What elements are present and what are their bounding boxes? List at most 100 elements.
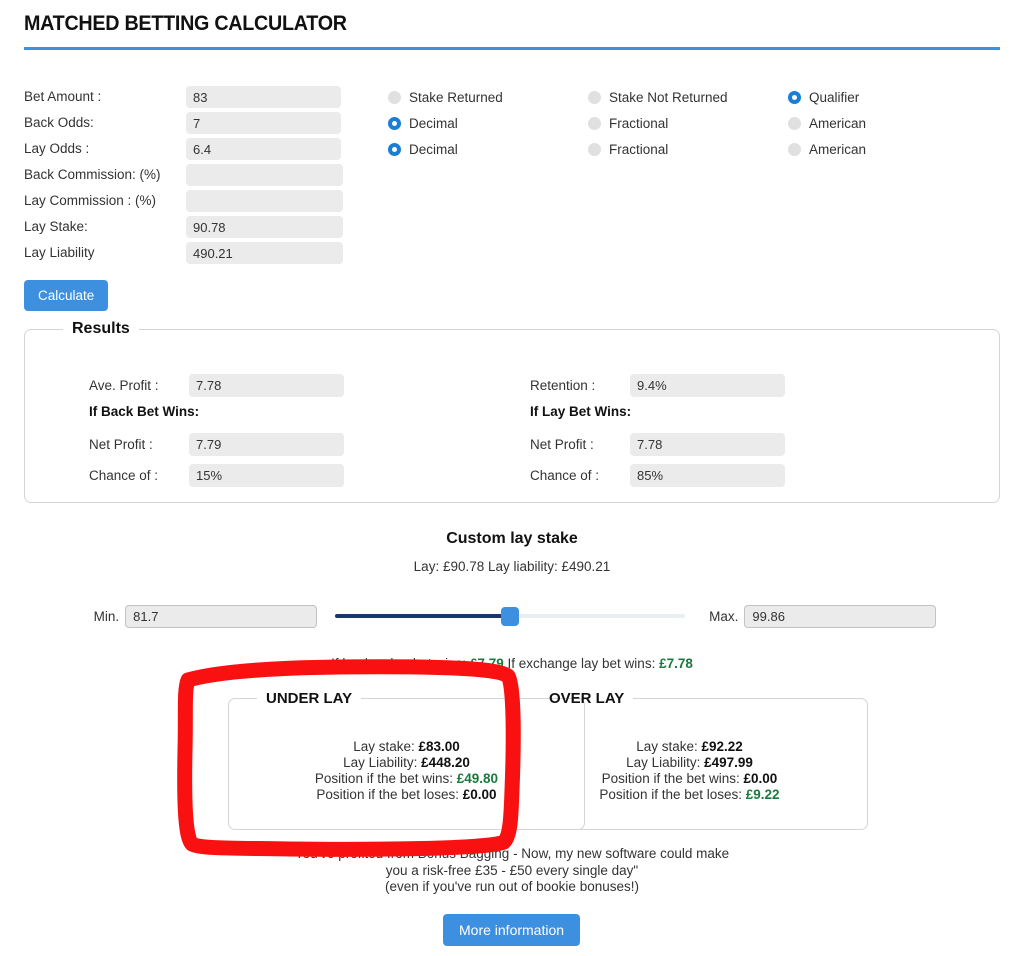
radio-column-1: Stake Returned Decimal Decimal: [388, 84, 503, 162]
radio-qualifier[interactable]: Qualifier: [788, 84, 866, 110]
label-back-chance: Chance of :: [89, 468, 159, 483]
promo-line-2: you a risk-free £35 - £50 every single d…: [385, 862, 639, 878]
radio-label: Stake Returned: [409, 89, 503, 105]
over-lay-liability-label: Lay Liability:: [626, 755, 701, 770]
retention-value[interactable]: [630, 374, 785, 397]
lay-stake-slider-row: Min. Max.: [0, 603, 1024, 629]
lay-liability-input[interactable]: [186, 242, 343, 264]
label-lay-net-profit: Net Profit :: [530, 437, 594, 452]
custom-lay-stake-heading: Custom lay stake: [446, 530, 578, 547]
over-lay-liability-row: Lay Liability: £497.99: [512, 755, 867, 771]
results-row-ave-profit: Ave. Profit :: [89, 370, 344, 401]
label-lay-liability: Lay Liability: [24, 245, 95, 260]
label-retention: Retention :: [530, 378, 596, 393]
radio-circle-icon[interactable]: [588, 142, 601, 156]
radio-column-2: Stake Not Returned Fractional Fractional: [588, 84, 728, 162]
back-net-profit-value[interactable]: [189, 433, 344, 456]
over-lay-bet-loses-value: £9.22: [745, 787, 780, 802]
radio-stake-not-returned[interactable]: Stake Not Returned: [588, 84, 728, 110]
under-lay-bet-wins-label: Position if the bet wins:: [314, 771, 453, 786]
field-row-lay-stake: Lay Stake:: [24, 214, 354, 240]
label-bet-amount: Bet Amount :: [24, 89, 102, 104]
results-row-retention: Retention :: [530, 370, 785, 401]
page-title: MATCHED BETTING CALCULATOR: [24, 12, 347, 35]
radio-circle-icon[interactable]: [788, 116, 801, 130]
more-information-button[interactable]: More information: [443, 914, 581, 946]
over-lay-bet-wins-label: Position if the bet wins:: [601, 771, 740, 786]
radio-label: Decimal: [409, 141, 458, 157]
back-odds-input[interactable]: [186, 112, 341, 134]
heading-if-back-bet-wins: If Back Bet Wins:: [89, 404, 200, 419]
radio-back-odds-american[interactable]: American: [788, 110, 866, 136]
radio-circle-selected-icon[interactable]: [388, 116, 401, 130]
promo-line-3: (even if you've run out of bookie bonuse…: [385, 879, 639, 894]
over-lay-body: Lay stake: £92.22 Lay Liability: £497.99…: [512, 707, 867, 803]
slider-min-label: Min.: [93, 608, 120, 624]
radio-label: Fractional: [609, 115, 669, 131]
lay-net-profit-value[interactable]: [630, 433, 785, 456]
back-chance-value[interactable]: [189, 464, 344, 487]
radio-back-odds-decimal[interactable]: Decimal: [388, 110, 503, 136]
title-divider: [24, 47, 1000, 50]
back-commission-input[interactable]: [186, 164, 343, 186]
radio-circle-selected-icon[interactable]: [388, 142, 401, 156]
slider-max-input[interactable]: [744, 604, 937, 628]
radio-circle-icon[interactable]: [588, 116, 601, 130]
label-lay-chance: Chance of :: [530, 468, 600, 483]
radio-circle-icon[interactable]: [388, 90, 401, 104]
results-row-back-chance: Chance of :: [89, 460, 344, 491]
results-row-lay-net-profit: Net Profit :: [530, 429, 785, 460]
promo-line-1: You've profited from Bonus Bagging - Now…: [294, 846, 730, 861]
label-back-commission: Back Commission: (%): [24, 167, 161, 182]
over-lay-stake-row: Lay stake: £92.22: [512, 739, 867, 755]
radio-circle-icon[interactable]: [588, 90, 601, 104]
field-row-back-commission: Back Commission: (%): [24, 162, 354, 188]
lay-chance-value[interactable]: [630, 464, 785, 487]
radio-lay-odds-american[interactable]: American: [788, 136, 866, 162]
summary-back-win-amount: £7.79: [469, 656, 504, 671]
radio-label: Fractional: [609, 141, 669, 157]
lay-odds-input[interactable]: [186, 138, 341, 160]
slider-min-input[interactable]: [125, 604, 318, 628]
radio-stake-returned[interactable]: Stake Returned: [388, 84, 503, 110]
results-column-right: Retention : If Lay Bet Wins: Net Profit …: [530, 370, 785, 491]
radio-label: American: [809, 141, 867, 157]
ave-profit-value[interactable]: [189, 374, 344, 397]
field-row-lay-commission: Lay Commission : (%): [24, 188, 354, 214]
results-legend: Results: [72, 320, 130, 337]
slider-thumb[interactable]: [501, 607, 520, 626]
radio-label: American: [809, 115, 867, 131]
radio-back-odds-fractional[interactable]: Fractional: [588, 110, 728, 136]
over-lay-bet-wins-value: £0.00: [743, 771, 778, 786]
over-lay-legend: OVER LAY: [549, 690, 625, 707]
radio-lay-odds-decimal[interactable]: Decimal: [388, 136, 503, 162]
calculate-button[interactable]: Calculate: [24, 280, 109, 311]
under-lay-bet-loses-value: £0.00: [462, 787, 497, 802]
results-row-back-net-profit: Net Profit :: [89, 429, 344, 460]
field-row-lay-liability: Lay Liability: [24, 240, 354, 266]
field-row-lay-odds: Lay Odds :: [24, 136, 354, 162]
under-lay-liability-label: Lay Liability:: [343, 755, 418, 770]
lay-stake-slider[interactable]: [335, 603, 686, 629]
label-lay-commission: Lay Commission : (%): [24, 193, 157, 208]
radio-circle-selected-icon[interactable]: [788, 90, 801, 104]
over-lay-bet-loses-row: Position if the bet loses: £9.22: [512, 787, 867, 803]
radio-circle-icon[interactable]: [788, 142, 801, 156]
lay-stake-input[interactable]: [186, 216, 343, 238]
summary-prefix: If bookmaker bet wins:: [331, 656, 467, 671]
results-panel: Results Ave. Profit : If Back Bet Wins: …: [24, 320, 1000, 503]
promo-text: You've profited from Bonus Bagging - Now…: [0, 846, 1024, 896]
over-lay-bet-wins-row: Position if the bet wins: £0.00: [512, 771, 867, 787]
radio-column-3: Qualifier American American: [788, 84, 866, 162]
lay-commission-input[interactable]: [186, 190, 343, 212]
under-lay-bet-wins-value: £49.80: [456, 771, 499, 786]
label-ave-profit: Ave. Profit :: [89, 378, 159, 393]
radio-label: Stake Not Returned: [609, 89, 728, 105]
radio-lay-odds-fractional[interactable]: Fractional: [588, 136, 728, 162]
heading-if-lay-bet-wins: If Lay Bet Wins:: [530, 404, 632, 419]
under-lay-bet-loses-label: Position if the bet loses:: [316, 787, 460, 802]
label-lay-stake: Lay Stake:: [24, 219, 88, 234]
bet-input-form: Bet Amount : Back Odds: Lay Odds : Back …: [24, 84, 354, 266]
bet-amount-input[interactable]: [186, 86, 341, 108]
label-back-net-profit: Net Profit :: [89, 437, 153, 452]
